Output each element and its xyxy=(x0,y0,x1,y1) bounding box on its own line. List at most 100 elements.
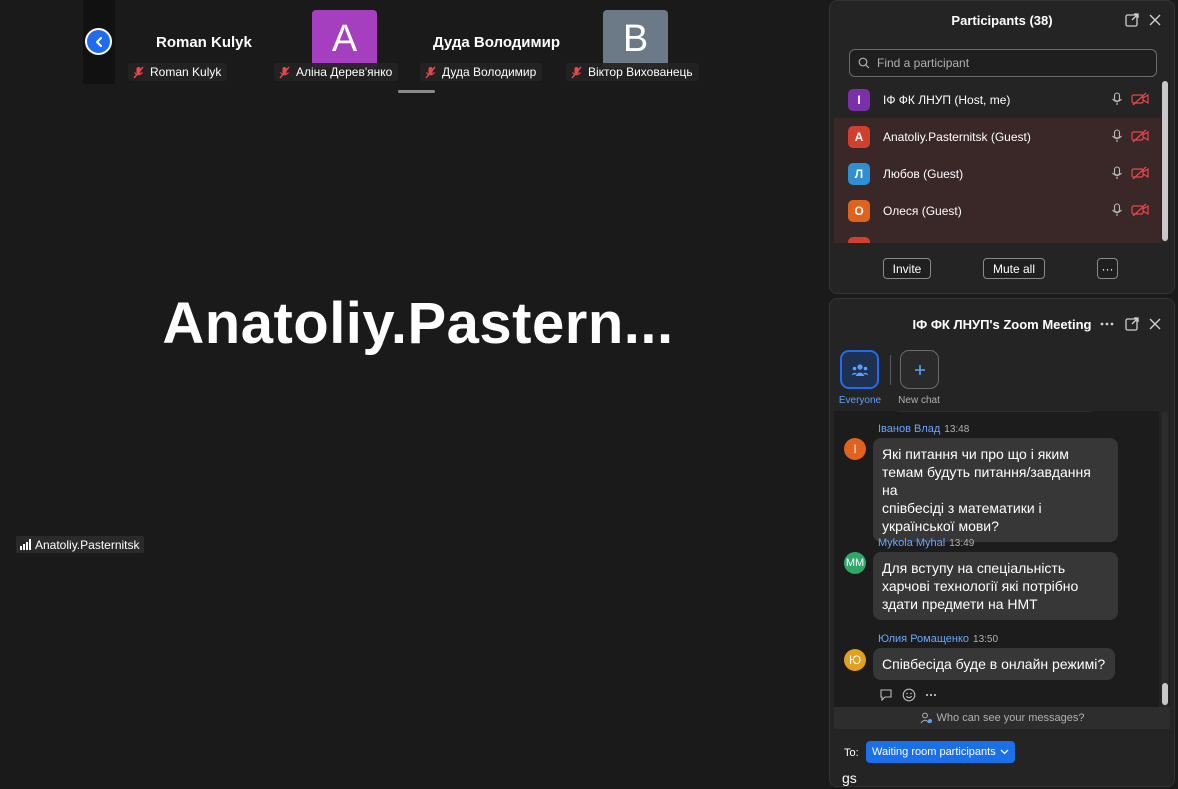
message-sender[interactable]: Mykola Myhal xyxy=(878,537,945,549)
message-line: темам будуть питання/завдання на xyxy=(882,464,1091,498)
chat-messages: Іванов Влад 13:48 І Які питання чи про що… xyxy=(834,411,1159,707)
sender-avatar[interactable]: Ю xyxy=(844,649,866,671)
recipient-selector[interactable]: Waiting room participants xyxy=(866,741,1015,763)
avatar-tile-alina[interactable]: A xyxy=(312,10,377,68)
message-header: Юлия Ромащенко 13:50 xyxy=(878,633,998,645)
participant-row[interactable]: A Anatoliy.Pasternitsk (Guest) xyxy=(834,118,1161,155)
tile-label-alina[interactable]: Аліна Дерев'янко xyxy=(274,63,399,81)
chat-scrollbar-thumb[interactable] xyxy=(1162,683,1168,705)
participant-avatar xyxy=(848,236,870,243)
user-visibility-icon xyxy=(920,712,932,724)
video-stage: Roman Kulyk Roman Kulyk A Аліна Дерев'ян… xyxy=(0,0,828,787)
participant-name: Любов (Guest) xyxy=(883,166,964,181)
participant-list: І ІФ ФК ЛНУП (Host, me) A Anatoliy.Paste… xyxy=(834,81,1161,243)
video-off-icon[interactable] xyxy=(1131,166,1149,180)
mic-icon[interactable] xyxy=(1111,92,1123,106)
tab-everyone-label: Everyone xyxy=(838,395,882,406)
participant-row[interactable]: Л Любов (Guest) xyxy=(834,155,1161,192)
mic-icon[interactable] xyxy=(1111,166,1123,180)
message-line: здати предмети на НМТ xyxy=(882,596,1038,612)
message-line: співбесіді з математики і xyxy=(882,500,1042,516)
message-header: Mykola Myhal 13:49 xyxy=(878,537,974,549)
message-line: української мови? xyxy=(882,518,999,534)
previous-page-button[interactable] xyxy=(85,28,112,55)
who-can-see-link[interactable]: Who can see your messages? xyxy=(834,707,1170,729)
signal-strength-icon xyxy=(20,539,31,550)
mute-all-button[interactable]: Mute all xyxy=(983,258,1045,279)
tab-new-chat-label: New chat xyxy=(898,395,940,406)
page-indicator xyxy=(398,90,435,93)
more-options-button[interactable]: ··· xyxy=(1097,258,1118,279)
message-sender[interactable]: Іванов Влад xyxy=(878,423,940,435)
close-icon[interactable] xyxy=(1147,316,1163,332)
mic-icon[interactable] xyxy=(1111,129,1123,143)
participant-name: Олеся (Guest) xyxy=(883,203,962,218)
tile-label-duda[interactable]: Дуда Володимир xyxy=(420,63,543,81)
recipient-text: Waiting room participants xyxy=(872,746,996,758)
avatar-letter: A xyxy=(331,17,358,60)
message-bubble[interactable]: Які питання чи про що і яким темам будут… xyxy=(873,438,1118,542)
participant-name: ІФ ФК ЛНУП (Host, me) xyxy=(883,92,1011,107)
message-time: 13:49 xyxy=(949,538,975,549)
previous-message-edge xyxy=(894,411,1094,412)
participant-avatar: І xyxy=(848,88,870,111)
participant-search[interactable] xyxy=(849,49,1157,77)
who-can-see-text: Who can see your messages? xyxy=(936,712,1085,724)
message-line: Співбесіда буде в онлайн режимі? xyxy=(882,656,1106,672)
muted-mic-icon xyxy=(571,66,582,78)
tile-name-roman-kulyk: Roman Kulyk xyxy=(156,34,252,51)
participant-avatar: О xyxy=(848,199,870,222)
mic-icon[interactable] xyxy=(1111,203,1123,217)
more-icon[interactable] xyxy=(1099,316,1115,332)
participant-row[interactable]: О Олеся (Guest) xyxy=(834,192,1161,229)
more-actions-icon[interactable] xyxy=(925,693,937,697)
message-compose-input[interactable] xyxy=(840,767,1164,789)
chat-panel: ІФ ФК ЛНУП's Zoom Meeting Everyone New c… xyxy=(829,298,1175,789)
participant-avatar: A xyxy=(848,125,870,148)
to-label: To: xyxy=(844,747,859,759)
participants-panel: Participants (38) І ІФ ФК ЛНУП (Host, me… xyxy=(829,0,1175,294)
participant-name: Anatoliy.Pasternitsk (Guest) xyxy=(883,129,1031,144)
message-header: Іванов Влад 13:48 xyxy=(878,423,969,435)
emoji-icon[interactable] xyxy=(902,688,916,702)
close-icon[interactable] xyxy=(1147,12,1163,28)
video-off-icon[interactable] xyxy=(1131,129,1149,143)
muted-mic-icon xyxy=(279,66,290,78)
avatar-tile-viktor[interactable]: B xyxy=(603,10,668,68)
popout-icon[interactable] xyxy=(1124,316,1140,332)
tile-label-text: Дуда Володимир xyxy=(442,65,537,79)
participants-scrollbar-thumb[interactable] xyxy=(1162,81,1168,241)
group-icon xyxy=(851,363,868,376)
participant-search-input[interactable] xyxy=(875,55,1149,71)
message-bubble[interactable]: Співбесіда буде в онлайн режимі? xyxy=(873,648,1115,680)
participant-row[interactable]: І ІФ ФК ЛНУП (Host, me) xyxy=(834,81,1161,118)
video-off-icon[interactable] xyxy=(1131,92,1149,106)
participant-row[interactable] xyxy=(834,229,1161,243)
tab-everyone[interactable] xyxy=(840,350,879,389)
participants-scrollbar[interactable] xyxy=(1162,81,1168,243)
active-speaker-label-text: Anatoliy.Pasternitsk xyxy=(35,537,140,552)
popout-icon[interactable] xyxy=(1124,12,1140,28)
tile-label-viktor[interactable]: Віктор Вихованець xyxy=(566,63,699,81)
message-line: Для вступу на спеціальність xyxy=(882,560,1066,576)
active-speaker-label: Anatoliy.Pasternitsk xyxy=(16,536,144,553)
sender-avatar[interactable]: І xyxy=(844,438,866,460)
reply-icon[interactable] xyxy=(879,689,893,701)
tile-label-roman-kulyk[interactable]: Roman Kulyk xyxy=(128,63,228,81)
message-bubble[interactable]: Для вступу на спеціальність харчові техн… xyxy=(873,552,1118,620)
tile-label-text: Roman Kulyk xyxy=(150,65,222,79)
chat-scrollbar[interactable] xyxy=(1162,411,1168,707)
message-sender[interactable]: Юлия Ромащенко xyxy=(878,633,969,645)
sender-avatar[interactable]: MM xyxy=(844,552,866,574)
muted-mic-icon xyxy=(425,66,436,78)
message-time: 13:48 xyxy=(944,424,970,435)
participant-avatar: Л xyxy=(848,162,870,185)
message-line: Які питання чи про що і яким xyxy=(882,446,1069,462)
invite-button[interactable]: Invite xyxy=(883,258,931,279)
video-off-icon[interactable] xyxy=(1131,203,1149,217)
tab-new-chat[interactable] xyxy=(900,350,939,389)
tile-label-text: Аліна Дерев'янко xyxy=(296,65,393,79)
participants-title: Participants (38) xyxy=(951,13,1053,28)
chevron-down-icon xyxy=(1000,749,1009,755)
search-icon xyxy=(858,57,870,69)
